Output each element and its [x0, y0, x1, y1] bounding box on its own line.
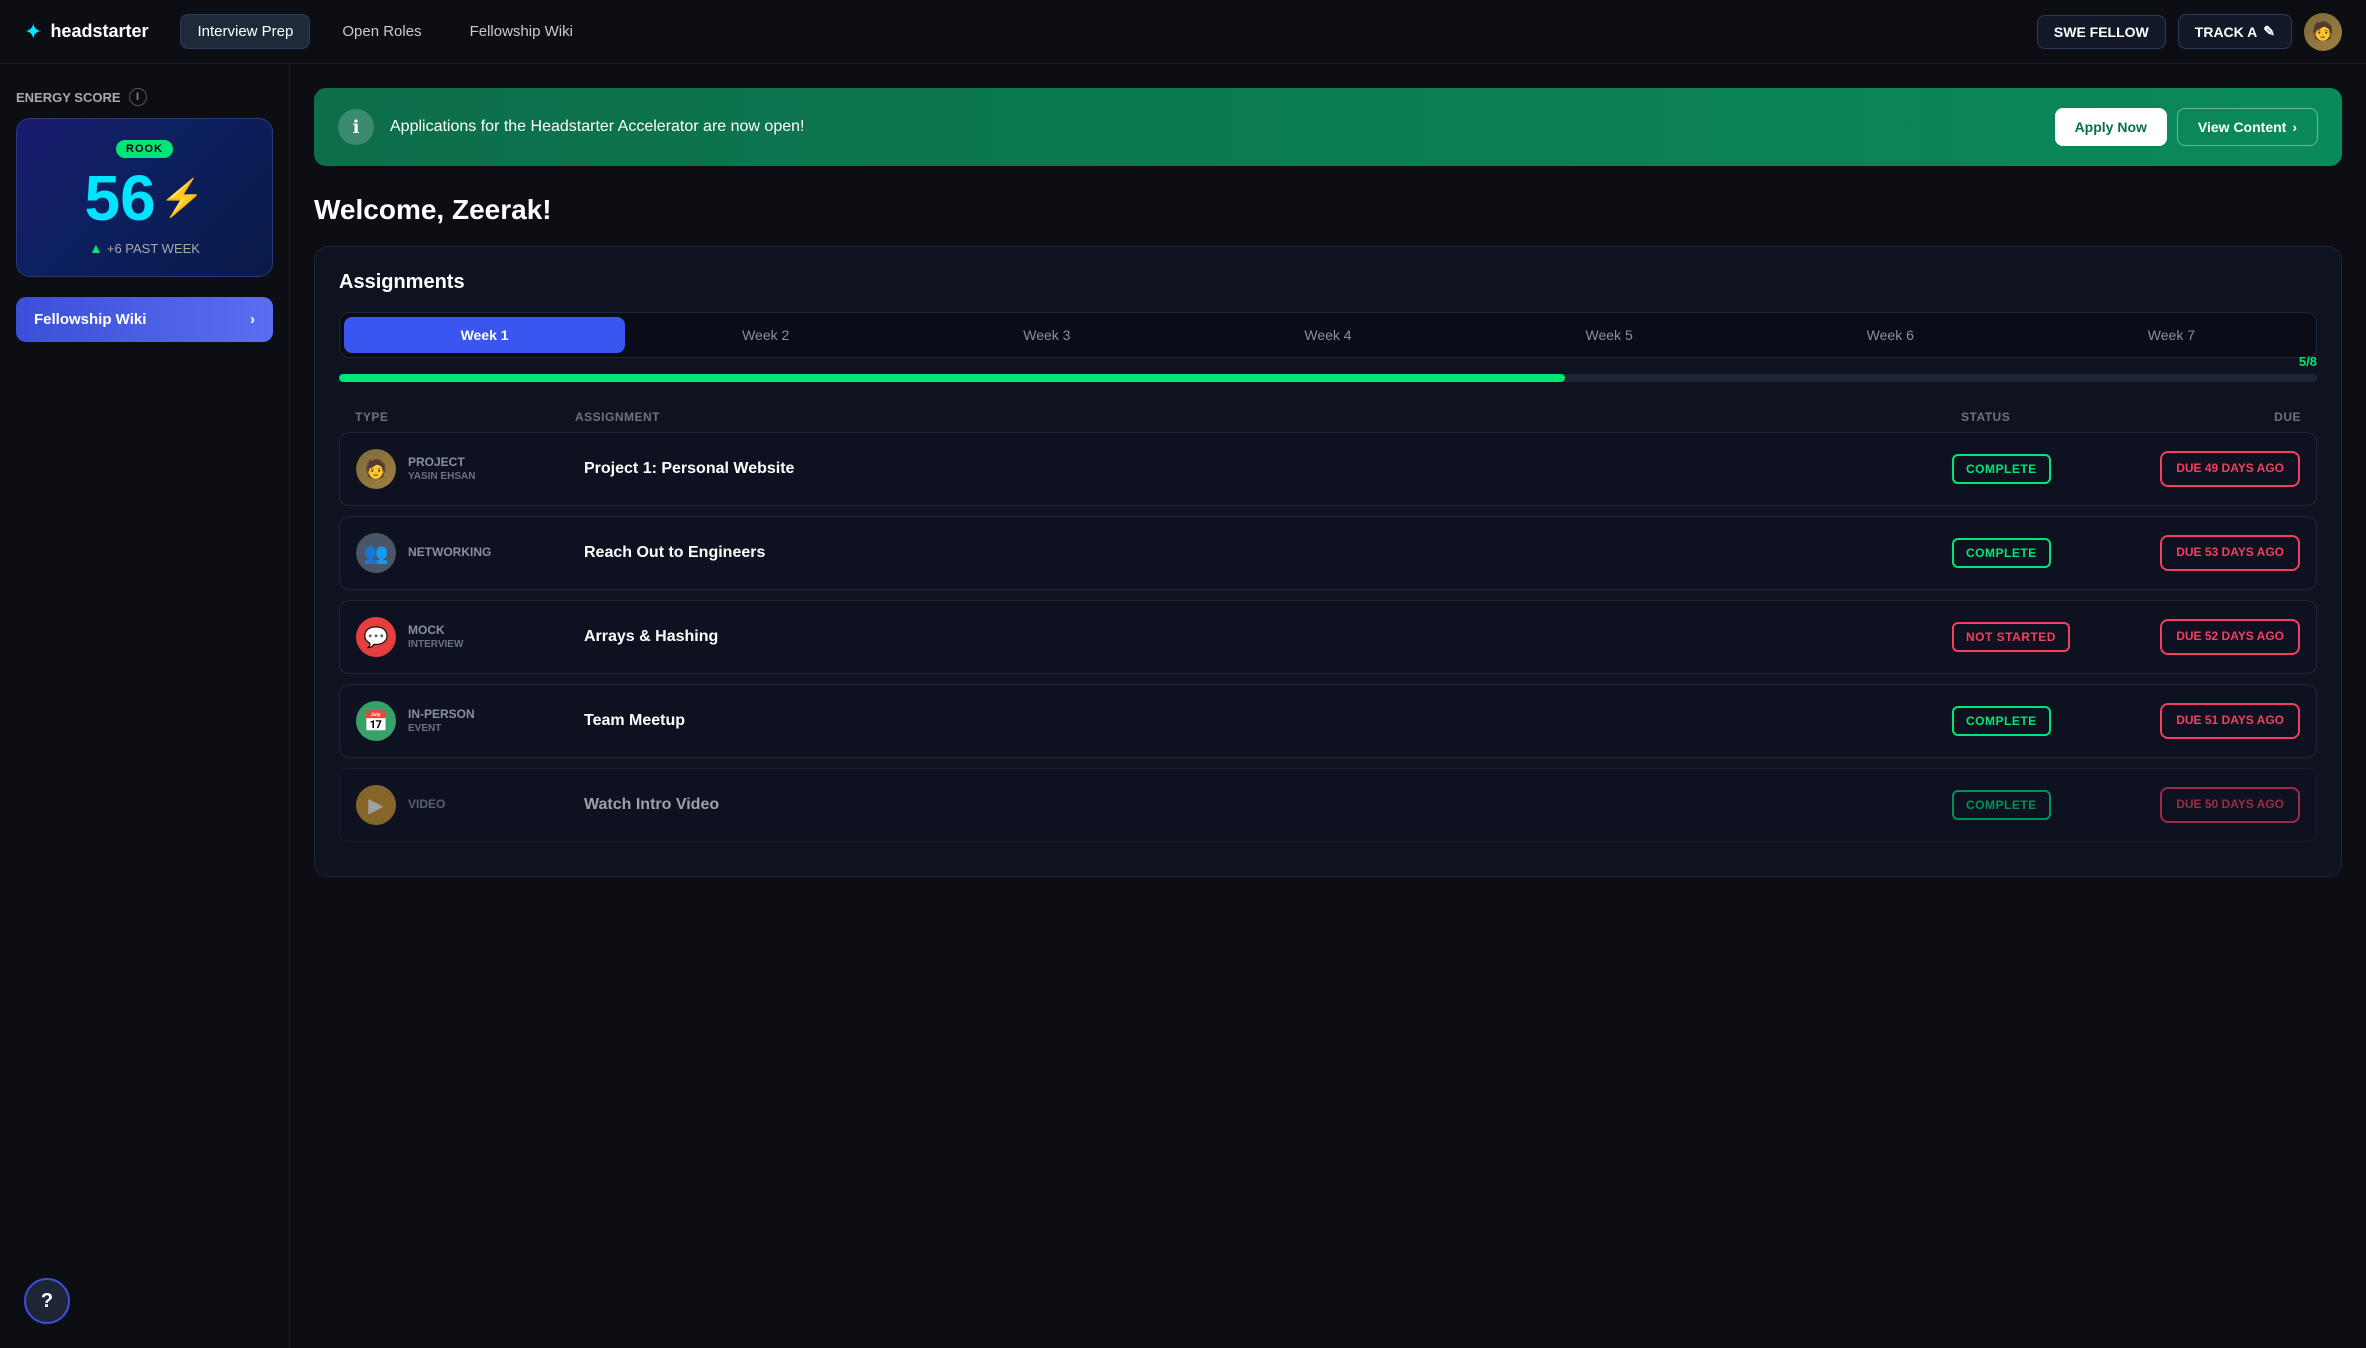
progress-bar-fill	[339, 374, 1565, 382]
assignment-name: Reach Out to Engineers	[584, 544, 1944, 562]
progress-container: 5/8	[339, 374, 2317, 382]
status-cell: COMPLETE	[1952, 454, 2132, 484]
due-badge: DUE 51 DAYS AGO	[2160, 703, 2300, 739]
progress-label: 5/8	[2299, 354, 2317, 369]
type-cell: 👥 NETWORKING	[356, 533, 576, 573]
assignment-name: Project 1: Personal Website	[584, 460, 1944, 478]
status-badge: COMPLETE	[1952, 706, 2051, 736]
assignments-title: Assignments	[339, 271, 2317, 294]
status-cell: COMPLETE	[1952, 538, 2132, 568]
nav-open-roles[interactable]: Open Roles	[326, 15, 437, 48]
sidebar: Energy Score i ROOK 56 ⚡ ▲ +6 PAST WEEK …	[0, 64, 290, 1348]
assignment-name: Watch Intro Video	[584, 796, 1944, 814]
type-cell: 💬 MOCK INTERVIEW	[356, 617, 576, 657]
rank-badge: ROOK	[116, 140, 173, 158]
table-header: TYPE ASSIGNMENT STATUS DUE	[339, 402, 2317, 432]
status-cell: NOT STARTED	[1952, 622, 2132, 652]
avatar[interactable]: 🧑	[2304, 13, 2342, 51]
assignment-name: Arrays & Hashing	[584, 628, 1944, 646]
project-icon: 🧑	[356, 449, 396, 489]
table-row[interactable]: 🧑 PROJECT YASIN EHSAN Project 1: Persona…	[339, 432, 2317, 506]
week-tabs: Week 1 Week 2 Week 3 Week 4 Week 5 Week …	[339, 312, 2317, 358]
nav-fellowship-wiki[interactable]: Fellowship Wiki	[454, 15, 589, 48]
table-row[interactable]: ▶ VIDEO Watch Intro Video COMPLETE DUE 5…	[339, 768, 2317, 842]
energy-score-value: 56 ⚡	[37, 166, 252, 230]
tab-week-7[interactable]: Week 7	[2031, 317, 2312, 353]
energy-delta: ▲ +6 PAST WEEK	[37, 240, 252, 256]
nav-interview-prep[interactable]: Interview Prep	[180, 14, 310, 49]
chevron-right-icon: ›	[250, 311, 255, 328]
fellowship-wiki-button[interactable]: Fellowship Wiki ›	[16, 297, 273, 342]
status-badge: NOT STARTED	[1952, 622, 2070, 652]
status-badge: COMPLETE	[1952, 454, 2051, 484]
navbar: ✦ headstarter Interview Prep Open Roles …	[0, 0, 2366, 64]
col-assignment: ASSIGNMENT	[575, 410, 1961, 424]
energy-label: Energy Score i	[16, 88, 273, 106]
swe-fellow-button[interactable]: SWE FELLOW	[2037, 15, 2166, 49]
due-badge: DUE 53 DAYS AGO	[2160, 535, 2300, 571]
nav-right: SWE FELLOW TRACK A ✎ 🧑	[2037, 13, 2342, 51]
due-cell: DUE 52 DAYS AGO	[2140, 619, 2300, 655]
energy-section: Energy Score i ROOK 56 ⚡ ▲ +6 PAST WEEK	[16, 88, 273, 277]
due-cell: DUE 51 DAYS AGO	[2140, 703, 2300, 739]
mock-icon: 💬	[356, 617, 396, 657]
due-cell: DUE 49 DAYS AGO	[2140, 451, 2300, 487]
welcome-title: Welcome, Zeerak!	[314, 194, 2342, 226]
tab-week-6[interactable]: Week 6	[1750, 317, 2031, 353]
logo-text: headstarter	[50, 21, 148, 42]
video-icon: ▶	[356, 785, 396, 825]
status-badge: COMPLETE	[1952, 790, 2051, 820]
banner-text: Applications for the Headstarter Acceler…	[390, 118, 2039, 136]
logo-icon: ✦	[24, 19, 42, 45]
track-label: TRACK A	[2195, 24, 2257, 40]
table-row[interactable]: 📅 IN-PERSON EVENT Team Meetup COMPLETE D…	[339, 684, 2317, 758]
help-button[interactable]: ?	[24, 1278, 70, 1324]
apply-now-button[interactable]: Apply Now	[2055, 108, 2167, 146]
assignments-card: Assignments Week 1 Week 2 Week 3 Week 4 …	[314, 246, 2342, 877]
table-row[interactable]: 👥 NETWORKING Reach Out to Engineers COMP…	[339, 516, 2317, 590]
energy-card: ROOK 56 ⚡ ▲ +6 PAST WEEK	[16, 118, 273, 277]
tab-week-5[interactable]: Week 5	[1469, 317, 1750, 353]
due-badge: DUE 49 DAYS AGO	[2160, 451, 2300, 487]
col-status: STATUS	[1961, 410, 2141, 424]
due-cell: DUE 50 DAYS AGO	[2140, 787, 2300, 823]
tab-week-1[interactable]: Week 1	[344, 317, 625, 353]
delta-up-icon: ▲	[89, 240, 103, 256]
status-badge: COMPLETE	[1952, 538, 2051, 568]
type-cell: ▶ VIDEO	[356, 785, 576, 825]
edit-icon: ✎	[2263, 23, 2275, 40]
status-cell: COMPLETE	[1952, 706, 2132, 736]
chevron-right-icon: ›	[2292, 119, 2297, 135]
main-content: ℹ Applications for the Headstarter Accel…	[290, 64, 2366, 1348]
col-due: DUE	[2141, 410, 2301, 424]
col-type: TYPE	[355, 410, 575, 424]
layout: Energy Score i ROOK 56 ⚡ ▲ +6 PAST WEEK …	[0, 64, 2366, 1348]
tab-week-4[interactable]: Week 4	[1187, 317, 1468, 353]
view-content-button[interactable]: View Content ›	[2177, 108, 2318, 146]
type-cell: 📅 IN-PERSON EVENT	[356, 701, 576, 741]
announcement-banner: ℹ Applications for the Headstarter Accel…	[314, 88, 2342, 166]
event-icon: 📅	[356, 701, 396, 741]
assignment-name: Team Meetup	[584, 712, 1944, 730]
banner-actions: Apply Now View Content ›	[2055, 108, 2318, 146]
tab-week-3[interactable]: Week 3	[906, 317, 1187, 353]
type-cell: 🧑 PROJECT YASIN EHSAN	[356, 449, 576, 489]
progress-bar-bg	[339, 374, 2317, 382]
status-cell: COMPLETE	[1952, 790, 2132, 820]
logo[interactable]: ✦ headstarter	[24, 19, 148, 45]
networking-icon: 👥	[356, 533, 396, 573]
table-row[interactable]: 💬 MOCK INTERVIEW Arrays & Hashing NOT ST…	[339, 600, 2317, 674]
bolt-icon: ⚡	[160, 180, 205, 216]
due-badge: DUE 52 DAYS AGO	[2160, 619, 2300, 655]
info-icon[interactable]: i	[129, 88, 147, 106]
info-banner-icon: ℹ	[338, 109, 374, 145]
due-badge: DUE 50 DAYS AGO	[2160, 787, 2300, 823]
track-button[interactable]: TRACK A ✎	[2178, 14, 2292, 49]
due-cell: DUE 53 DAYS AGO	[2140, 535, 2300, 571]
tab-week-2[interactable]: Week 2	[625, 317, 906, 353]
